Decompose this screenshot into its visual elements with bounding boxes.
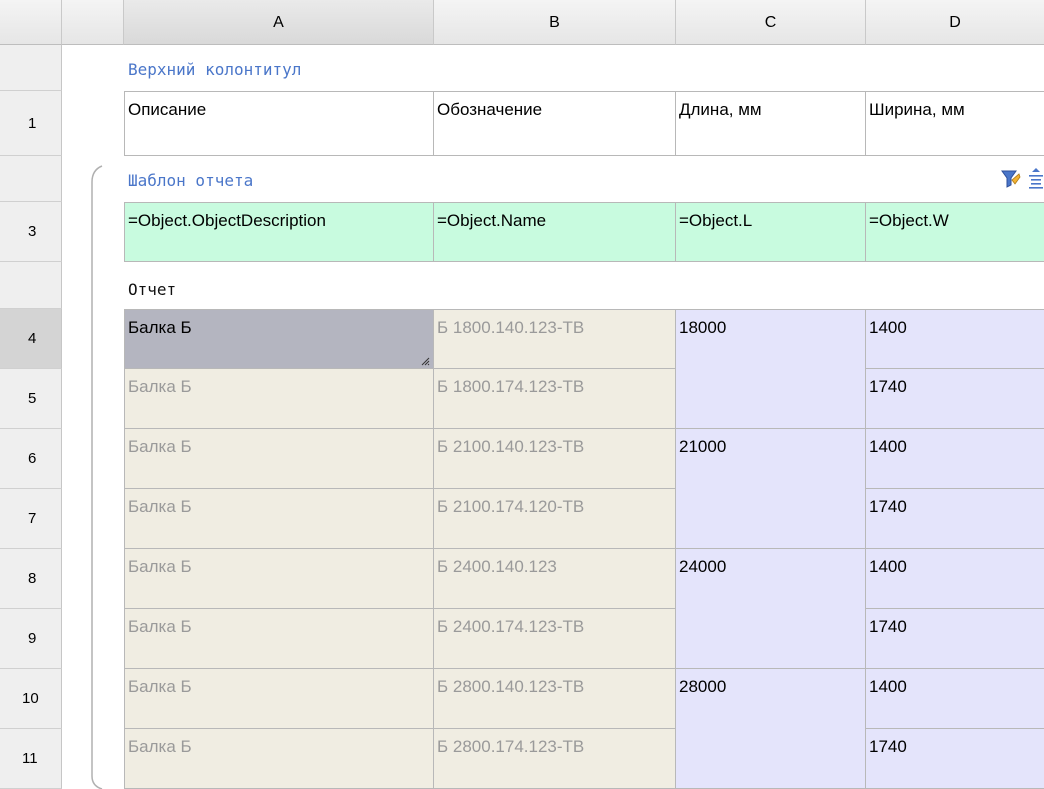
row-header-6[interactable]: 6 (0, 429, 62, 489)
row-header-section (0, 262, 62, 309)
template-cell-c3[interactable]: =Object.L (676, 202, 866, 262)
report-cell-b10[interactable]: Б 2800.140.123-ТВ (434, 669, 676, 729)
column-header-b[interactable]: B (434, 0, 676, 45)
row-header-9[interactable]: 9 (0, 609, 62, 669)
report-cell-a11[interactable]: Балка Б (124, 729, 434, 789)
row-header-7[interactable]: 7 (0, 489, 62, 549)
report-cell-c6-merged[interactable]: 21000 (676, 429, 866, 549)
report-cell-d10[interactable]: 1400 (866, 669, 1044, 729)
report-cell-a10[interactable]: Балка Б (124, 669, 434, 729)
row-header-3[interactable]: 3 (0, 202, 62, 262)
gutter-header (62, 0, 124, 45)
row-header-11[interactable]: 11 (0, 729, 62, 789)
report-cell-d11[interactable]: 1740 (866, 729, 1044, 789)
report-cell-a8[interactable]: Балка Б (124, 549, 434, 609)
template-cell-b3[interactable]: =Object.Name (434, 202, 676, 262)
row-header-8[interactable]: 8 (0, 549, 62, 609)
filter-icon[interactable] (1000, 168, 1022, 190)
report-cell-b7[interactable]: Б 2100.174.120-ТВ (434, 489, 676, 549)
report-cell-b6[interactable]: Б 2100.140.123-ТВ (434, 429, 676, 489)
row-header-4[interactable]: 4 (0, 309, 62, 369)
report-cell-d5[interactable]: 1740 (866, 369, 1044, 429)
column-header-a[interactable]: A (124, 0, 434, 45)
report-cell-c8-merged[interactable]: 24000 (676, 549, 866, 669)
report-cell-b11[interactable]: Б 2800.174.123-ТВ (434, 729, 676, 789)
report-cell-b4[interactable]: Б 1800.140.123-ТВ (434, 309, 676, 369)
report-cell-b8[interactable]: Б 2400.140.123 (434, 549, 676, 609)
header-cell-c1[interactable]: Длина, мм (676, 91, 866, 156)
resize-handle-icon[interactable] (420, 356, 430, 366)
group-icon[interactable] (1028, 166, 1044, 192)
report-band-label[interactable]: Отчет (128, 280, 176, 299)
report-cell-d7[interactable]: 1740 (866, 489, 1044, 549)
report-cell-d4[interactable]: 1400 (866, 309, 1044, 369)
report-cell-a9[interactable]: Балка Б (124, 609, 434, 669)
page-header-band-label[interactable]: Верхний колонтитул (128, 60, 301, 79)
template-cell-d3[interactable]: =Object.W (866, 202, 1044, 262)
template-band-label[interactable]: Шаблон отчета (128, 171, 253, 190)
row-header-section (0, 45, 62, 91)
template-band-bracket[interactable] (62, 156, 124, 789)
row-header-10[interactable]: 10 (0, 669, 62, 729)
report-cell-a5[interactable]: Балка Б (124, 369, 434, 429)
report-cell-c10-merged[interactable]: 28000 (676, 669, 866, 789)
report-cell-c4-merged[interactable]: 18000 (676, 309, 866, 429)
report-cell-b9[interactable]: Б 2400.174.123-ТВ (434, 609, 676, 669)
report-cell-b5[interactable]: Б 1800.174.123-ТВ (434, 369, 676, 429)
corner-cell[interactable] (0, 0, 62, 45)
column-header-d[interactable]: D (866, 0, 1044, 45)
report-cell-a6[interactable]: Балка Б (124, 429, 434, 489)
report-cell-d6[interactable]: 1400 (866, 429, 1044, 489)
report-cell-d9[interactable]: 1740 (866, 609, 1044, 669)
template-cell-a3[interactable]: =Object.ObjectDescription (124, 202, 434, 262)
row-header-1[interactable]: 1 (0, 91, 62, 156)
header-cell-d1[interactable]: Ширина, мм (866, 91, 1044, 156)
header-cell-a1[interactable]: Описание (124, 91, 434, 156)
report-cell-a4[interactable]: Балка Б (124, 309, 434, 369)
header-cell-b1[interactable]: Обозначение (434, 91, 676, 156)
column-header-c[interactable]: C (676, 0, 866, 45)
row-header-5[interactable]: 5 (0, 369, 62, 429)
report-cell-a7[interactable]: Балка Б (124, 489, 434, 549)
report-cell-d8[interactable]: 1400 (866, 549, 1044, 609)
row-header-section (0, 156, 62, 202)
